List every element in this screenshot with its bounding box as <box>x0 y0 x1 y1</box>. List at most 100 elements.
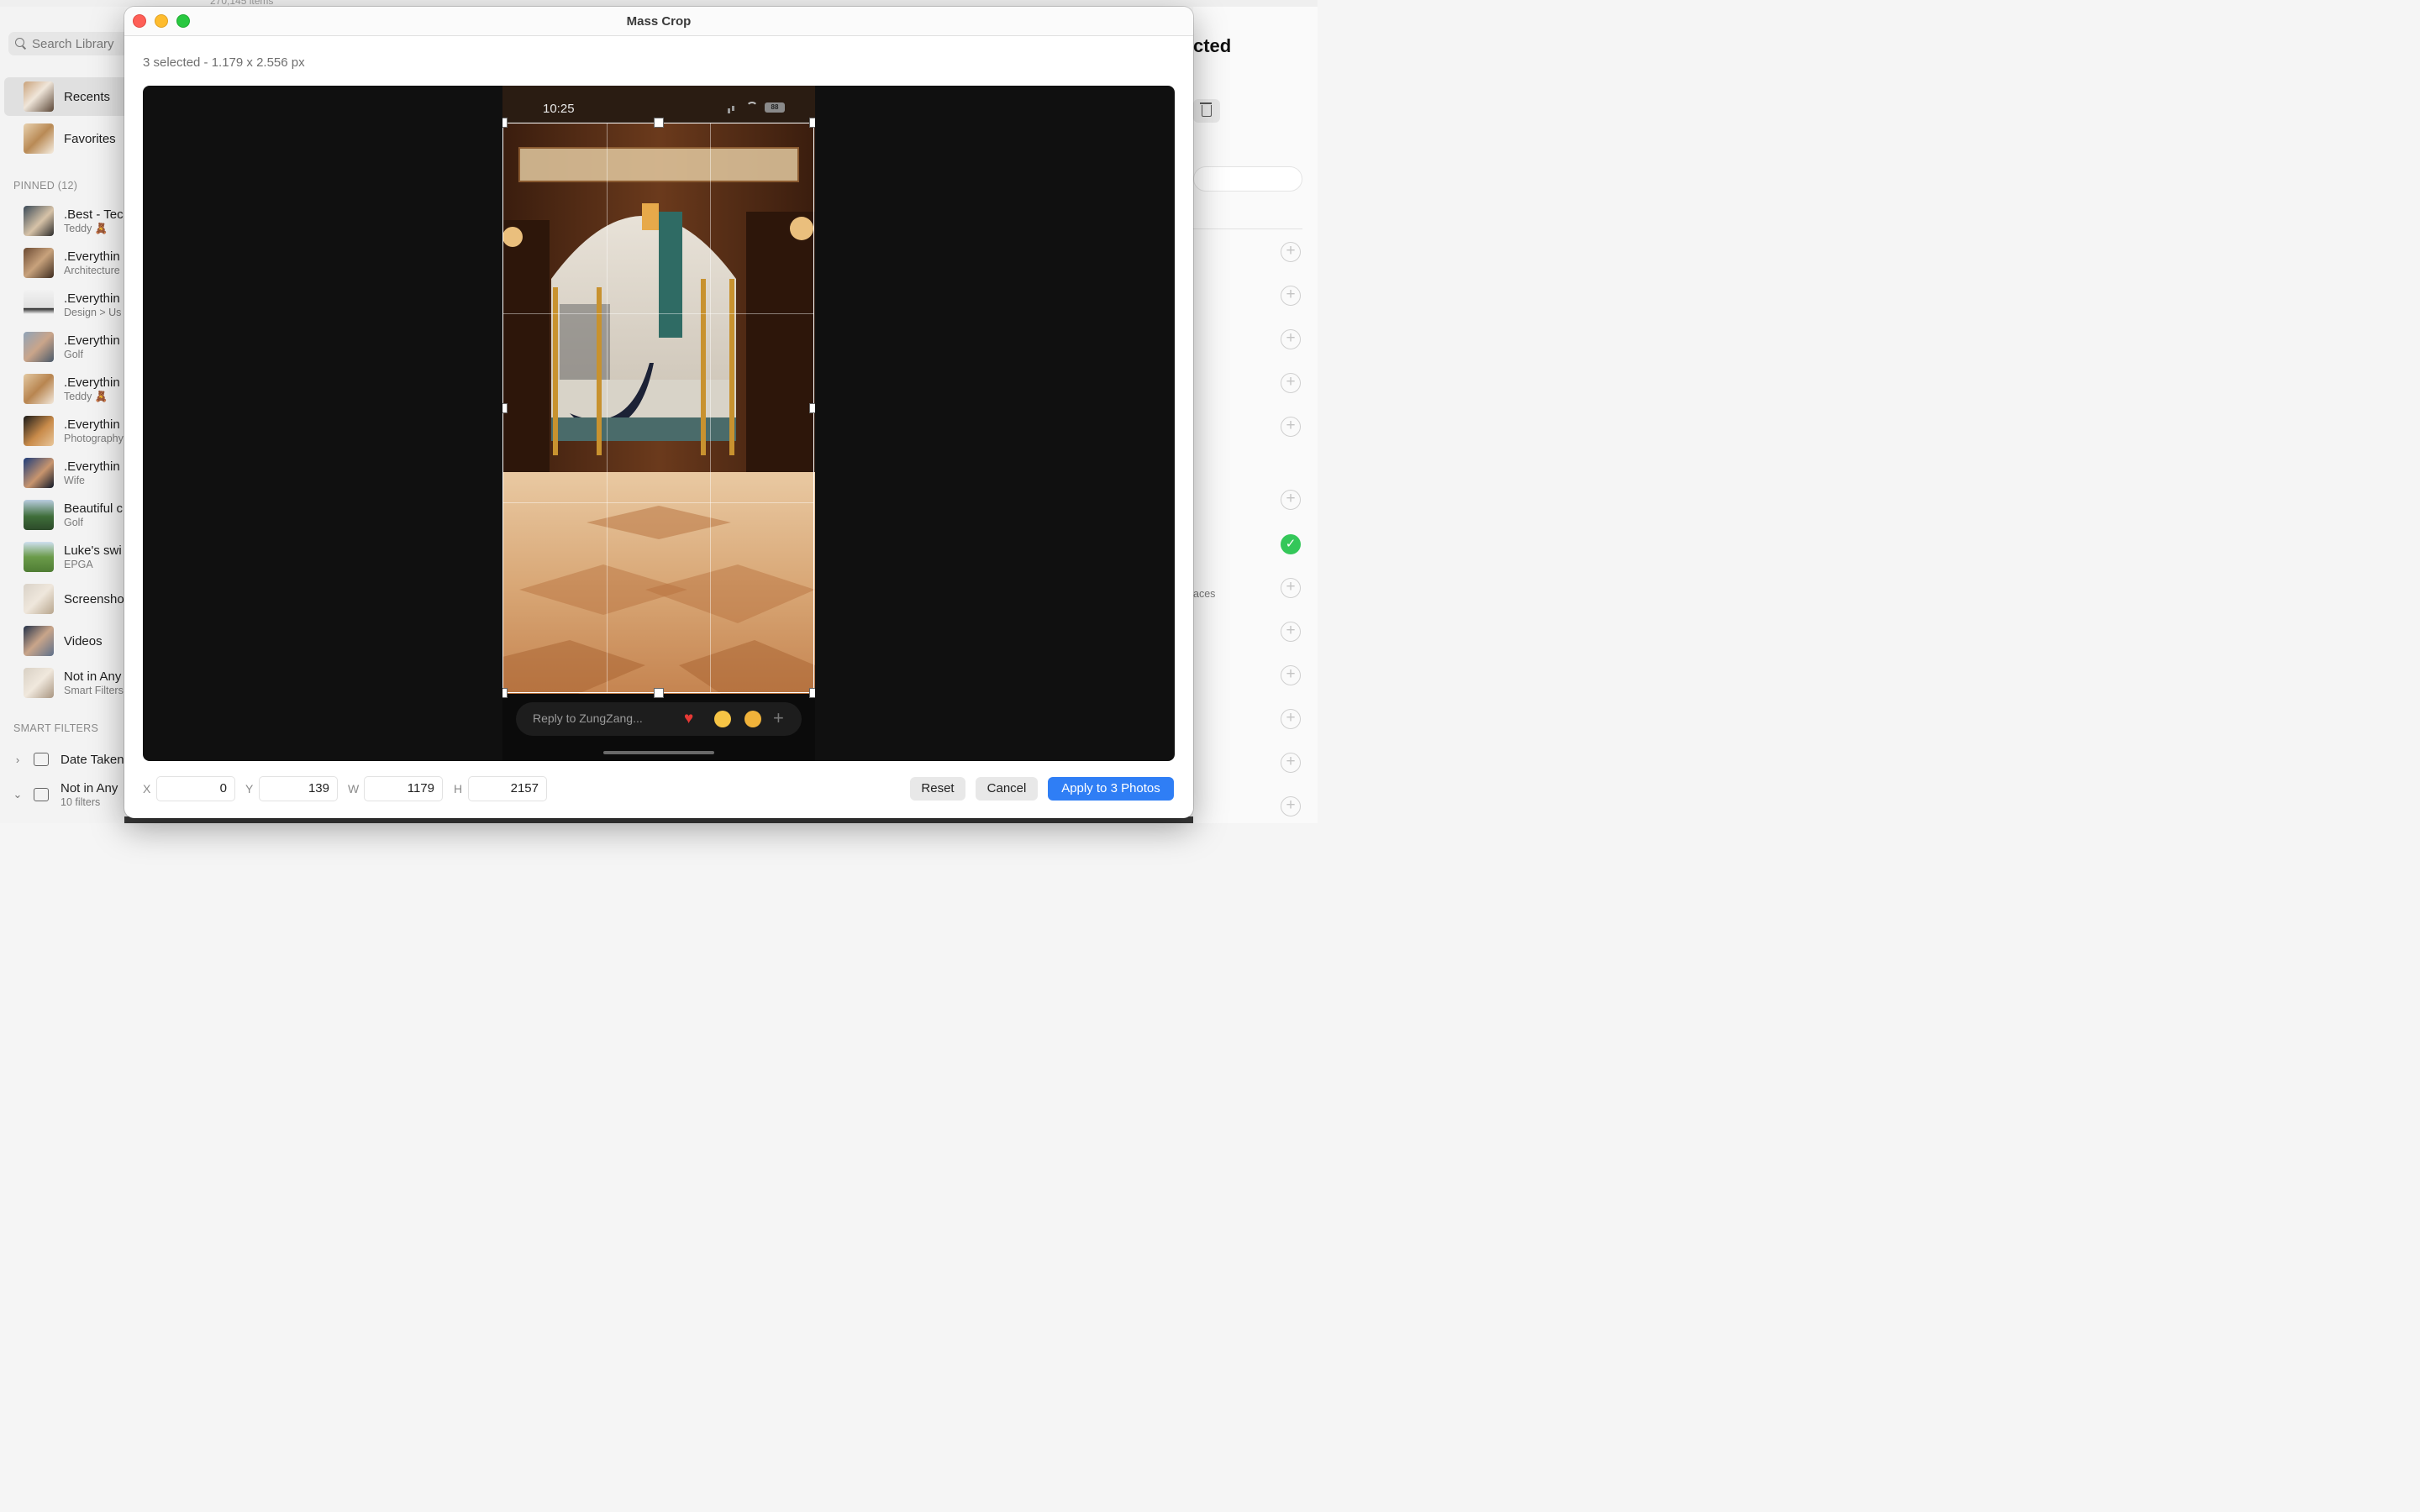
photo-preview: 10:25 88 Reply to ZungZang... ♥ + <box>502 86 815 761</box>
home-indicator <box>603 751 714 754</box>
album-thumbnail <box>24 123 54 154</box>
search-icon <box>15 38 27 50</box>
phone-status-time: 10:25 <box>543 102 575 116</box>
pinned-album[interactable]: Screensho <box>0 580 124 618</box>
chevron-down-icon[interactable]: ⌄ <box>12 788 24 801</box>
add-circle-icon[interactable]: + <box>1281 622 1301 642</box>
inspector-panel: cted + + + + + + ✓ aces + + + + + + <box>1193 7 1318 823</box>
pinned-section-header: PINNED (12) <box>13 180 78 192</box>
crop-handle-bottom[interactable] <box>654 688 664 698</box>
album-title: .Everythin <box>64 417 120 432</box>
folder-icon <box>34 788 49 801</box>
checkmark-circle-icon[interactable]: ✓ <box>1281 534 1301 554</box>
add-circle-icon[interactable]: + <box>1281 796 1301 816</box>
x-label: X <box>143 782 151 795</box>
pinned-album[interactable]: Beautiful c Golf <box>0 496 124 534</box>
y-input[interactable]: 139 <box>259 776 338 801</box>
apply-button[interactable]: Apply to 3 Photos <box>1048 777 1174 801</box>
mindblown-emoji-icon <box>744 711 761 727</box>
divider <box>1193 228 1302 229</box>
pinned-album[interactable]: .Everythin Teddy 🧸 <box>0 370 124 408</box>
pinned-album[interactable]: .Everythin Design > Us <box>0 286 124 324</box>
selection-info: 3 selected - 1.179 x 2.556 px <box>143 55 305 70</box>
mass-crop-dialog: Mass Crop 3 selected - 1.179 x 2.556 px <box>124 7 1193 818</box>
library-toolbar: 270,145 items <box>0 0 1318 7</box>
album-title: .Best - Tec <box>64 207 124 222</box>
album-subtitle: Teddy 🧸 <box>64 390 108 402</box>
crop-handle-bottom-right[interactable] <box>809 688 815 698</box>
crop-rectangle[interactable] <box>502 118 815 698</box>
album-thumbnail <box>24 668 54 698</box>
album-title: .Everythin <box>64 291 120 306</box>
wifi-icon <box>746 102 758 113</box>
album-subtitle: Golf <box>64 517 83 528</box>
dialog-titlebar: Mass Crop <box>124 7 1193 36</box>
reply-placeholder: Reply to ZungZang... <box>533 711 643 725</box>
add-circle-icon[interactable]: + <box>1281 329 1301 349</box>
add-circle-icon[interactable]: + <box>1281 417 1301 437</box>
pinned-album[interactable]: .Best - Tec Teddy 🧸 <box>0 202 124 240</box>
crop-preview-stage: 10:25 88 Reply to ZungZang... ♥ + <box>143 86 1175 761</box>
add-circle-icon[interactable]: + <box>1281 286 1301 306</box>
crop-grid-line <box>606 123 608 692</box>
y-label: Y <box>245 782 254 795</box>
album-thumbnail <box>24 542 54 572</box>
album-title: Videos <box>64 633 103 648</box>
album-thumbnail <box>24 374 54 404</box>
dialog-title: Mass Crop <box>626 14 692 29</box>
library-sidebar: Search Library Recents Favorites PINNED … <box>0 7 124 823</box>
add-circle-icon[interactable]: + <box>1281 242 1301 262</box>
search-placeholder: Search Library <box>32 36 114 51</box>
chevron-right-icon[interactable]: › <box>12 753 24 766</box>
add-circle-icon[interactable]: + <box>1281 665 1301 685</box>
sidebar-item-favorites[interactable]: Favorites <box>0 119 124 158</box>
battery-icon: 88 <box>765 102 785 113</box>
cancel-button[interactable]: Cancel <box>976 777 1038 801</box>
album-thumbnail <box>24 290 54 320</box>
smart-filter-date-taken[interactable]: › Date Taken <box>0 743 124 776</box>
add-circle-icon[interactable]: + <box>1281 490 1301 510</box>
pinned-album[interactable]: .Everythin Wife <box>0 454 124 492</box>
pinned-album[interactable]: .Everythin Architecture <box>0 244 124 282</box>
album-title: .Everythin <box>64 249 120 264</box>
search-library-field[interactable]: Search Library <box>8 32 124 55</box>
inspector-input[interactable] <box>1193 166 1302 192</box>
pinned-album[interactable]: Luke's swi EPGA <box>0 538 124 576</box>
crop-grid-line <box>503 312 813 314</box>
album-subtitle: Golf <box>64 349 83 360</box>
laughing-emoji-icon <box>714 711 731 727</box>
album-thumbnail <box>24 416 54 446</box>
crop-handle-top-right[interactable] <box>809 118 815 128</box>
album-title: .Everythin <box>64 375 120 390</box>
album-title: Luke's swi <box>64 543 122 558</box>
album-thumbnail <box>24 332 54 362</box>
width-input[interactable]: 1179 <box>364 776 443 801</box>
plus-icon: + <box>773 707 784 728</box>
reset-button[interactable]: Reset <box>910 777 965 801</box>
add-circle-icon[interactable]: + <box>1281 753 1301 773</box>
delete-button[interactable] <box>1193 99 1220 123</box>
crop-handle-right[interactable] <box>809 403 815 413</box>
x-input[interactable]: 0 <box>156 776 235 801</box>
heart-icon: ♥ <box>684 710 694 727</box>
pinned-album[interactable]: Not in Any Smart Filters <box>0 664 124 702</box>
add-circle-icon[interactable]: + <box>1281 373 1301 393</box>
sidebar-item-recents[interactable]: Recents <box>4 77 124 116</box>
pinned-album[interactable]: .Everythin Photography <box>0 412 124 450</box>
crop-handle-top[interactable] <box>654 118 664 128</box>
pinned-album[interactable]: .Everythin Golf <box>0 328 124 366</box>
smart-filter-not-in-any[interactable]: ⌄ Not in Any 10 filters <box>0 778 124 811</box>
smart-filter-title: Not in Any <box>60 781 118 795</box>
add-circle-icon[interactable]: + <box>1281 578 1301 598</box>
signal-icon <box>728 108 730 113</box>
album-title: Screensho <box>64 591 124 606</box>
album-thumbnail <box>24 248 54 278</box>
pinned-album[interactable]: Videos <box>0 622 124 660</box>
height-input[interactable]: 2157 <box>468 776 547 801</box>
sidebar-item-label: Recents <box>64 89 111 104</box>
add-circle-icon[interactable]: + <box>1281 709 1301 729</box>
crop-handle-left[interactable] <box>502 403 508 413</box>
crop-handle-top-left[interactable] <box>502 118 508 128</box>
crop-handle-bottom-left[interactable] <box>502 688 508 698</box>
album-subtitle: Photography <box>64 433 124 444</box>
